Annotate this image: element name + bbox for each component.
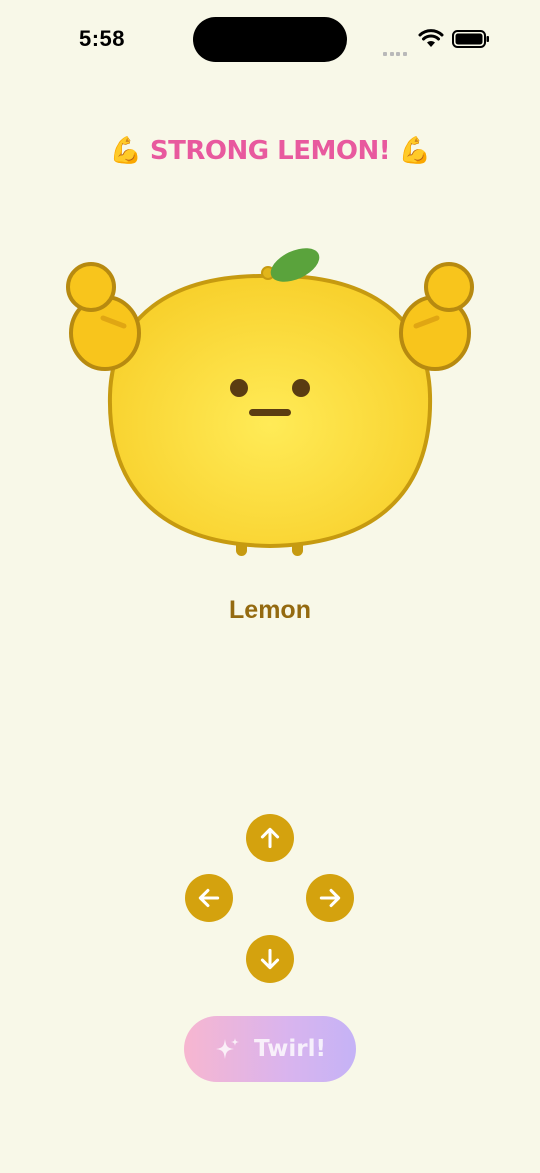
dynamic-island [193, 17, 347, 62]
move-up-button[interactable] [246, 814, 294, 862]
wifi-icon [418, 29, 444, 47]
move-right-button[interactable] [306, 874, 354, 922]
status-time: 5:58 [79, 26, 126, 51]
arrow-up-icon [260, 827, 280, 849]
move-down-button[interactable] [246, 935, 294, 983]
status-bar: 5:58 [0, 0, 540, 80]
right-flex-arm [399, 262, 474, 371]
arrow-right-icon [319, 888, 341, 908]
lemon-mascot [66, 248, 474, 556]
arrow-down-icon [260, 948, 280, 970]
character-name: Lemon [229, 596, 311, 624]
battery-icon [452, 30, 489, 48]
move-left-button[interactable] [185, 874, 233, 922]
twirl-button[interactable]: Twirl! [184, 1016, 356, 1082]
sparkles-icon [215, 1038, 239, 1059]
twirl-label: Twirl! [253, 1036, 326, 1062]
cellular-signal-icon [383, 43, 409, 61]
arrow-left-icon [198, 888, 220, 908]
left-flex-arm [66, 262, 141, 371]
strong-lemon-banner: 💪 STRONG LEMON! 💪 [109, 136, 431, 166]
